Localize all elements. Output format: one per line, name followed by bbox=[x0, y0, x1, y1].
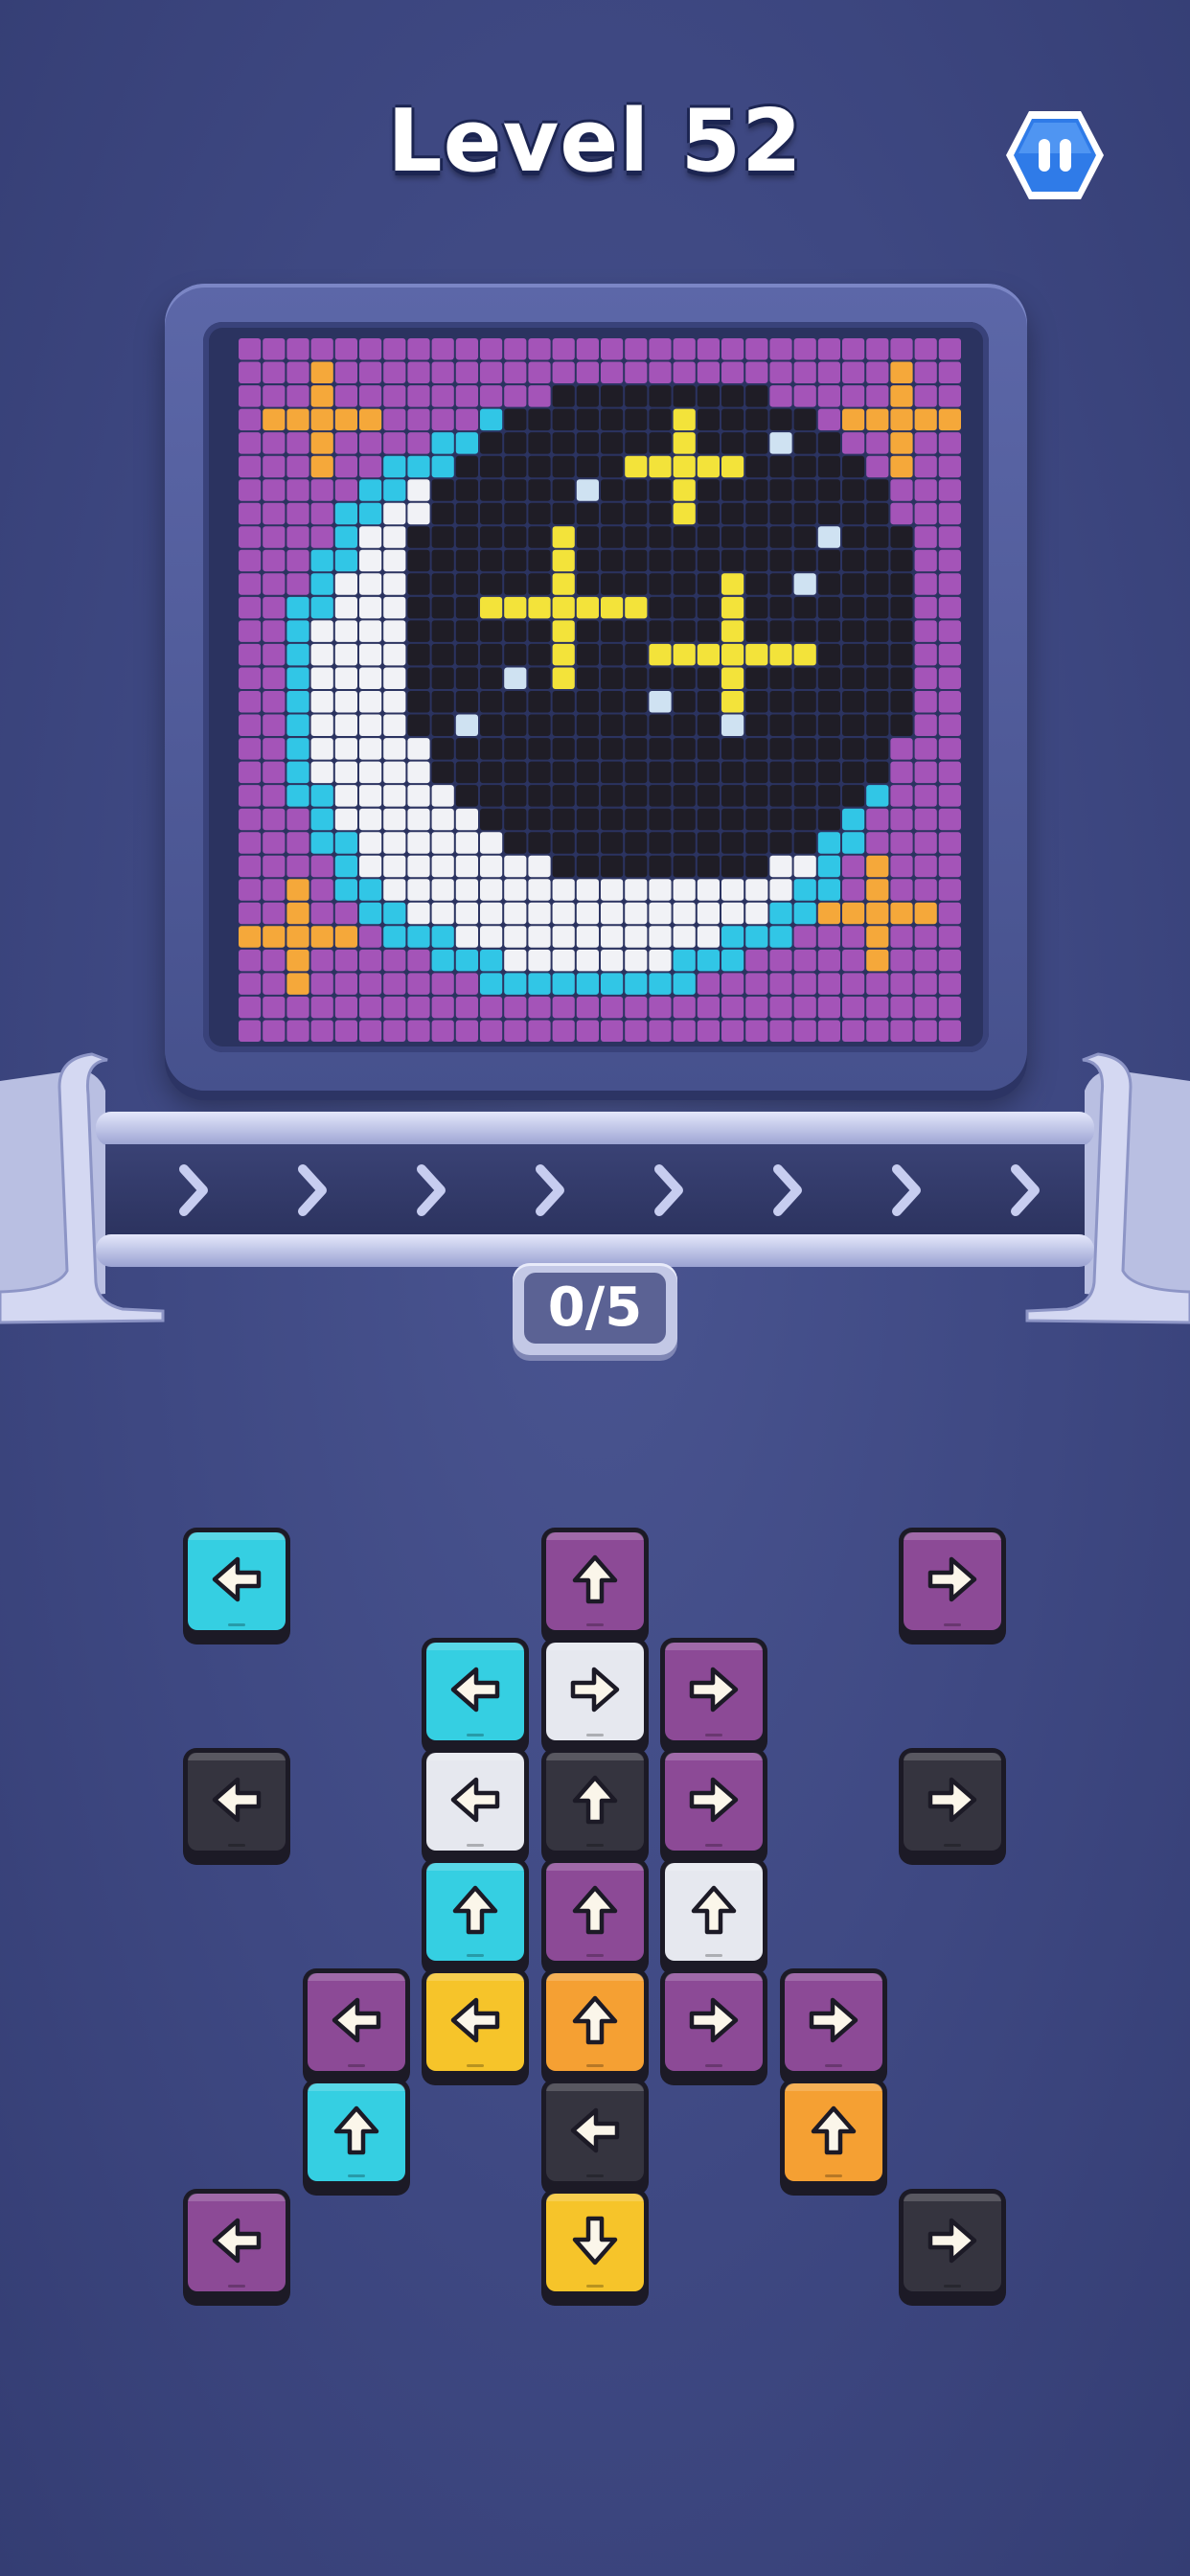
arrow-tile-yellow-down[interactable] bbox=[540, 2189, 649, 2306]
arrow-right-icon bbox=[927, 2218, 977, 2264]
tile-face bbox=[904, 2194, 1001, 2291]
arrow-left-icon bbox=[450, 1777, 500, 1823]
tile-face bbox=[545, 1753, 644, 1851]
arrow-tile-cyan-up[interactable] bbox=[302, 2079, 410, 2196]
arrow-tile-cyan-left[interactable] bbox=[422, 1638, 529, 1755]
arrow-tile-purple-left[interactable] bbox=[183, 2189, 290, 2306]
arrow-left-icon bbox=[570, 2107, 619, 2153]
arrow-tile-white-up[interactable] bbox=[660, 1858, 767, 1975]
arrow-tile-purple-right[interactable] bbox=[899, 1528, 1006, 1644]
arrow-up-icon bbox=[452, 1885, 498, 1935]
arrow-right-icon bbox=[689, 1997, 739, 2043]
arrow-up-icon bbox=[333, 2105, 378, 2155]
arrow-right-icon bbox=[927, 1556, 977, 1602]
tile-face bbox=[426, 1973, 524, 2071]
tile-face bbox=[188, 2194, 286, 2291]
arrow-up-icon bbox=[572, 1995, 617, 2045]
tile-face bbox=[426, 1643, 524, 1740]
arrow-tile-purple-left[interactable] bbox=[302, 1968, 410, 2085]
tile-face bbox=[545, 1643, 644, 1740]
tile-face bbox=[307, 1973, 405, 2071]
arrow-tile-black-right[interactable] bbox=[899, 1748, 1006, 1865]
collected-counter-text: 0/5 bbox=[524, 1273, 666, 1344]
arrow-down-icon bbox=[572, 2216, 617, 2266]
collected-counter: 0/5 bbox=[513, 1263, 677, 1355]
tile-face bbox=[665, 1753, 763, 1851]
arrow-tile-purple-up[interactable] bbox=[540, 1858, 649, 1975]
arrow-up-icon bbox=[572, 1554, 617, 1604]
arrow-right-icon bbox=[809, 1997, 858, 2043]
arrow-tile-white-left[interactable] bbox=[422, 1748, 529, 1865]
tile-face bbox=[188, 1532, 286, 1630]
arrow-left-icon bbox=[450, 1667, 500, 1713]
tile-face bbox=[426, 1863, 524, 1961]
tile-face bbox=[784, 1973, 882, 2071]
arrow-tile-purple-right[interactable] bbox=[660, 1968, 767, 2085]
crescent-moon-pixel-art bbox=[239, 338, 961, 1042]
arrow-right-icon bbox=[689, 1777, 739, 1823]
pause-button[interactable] bbox=[1002, 107, 1108, 203]
arrow-tile-black-left[interactable] bbox=[183, 1748, 290, 1865]
arrow-left-icon bbox=[212, 2218, 262, 2264]
arrow-tile-black-right[interactable] bbox=[899, 2189, 1006, 2306]
tile-face bbox=[188, 1753, 286, 1851]
arrow-left-icon bbox=[450, 1997, 500, 2043]
arrow-up-icon bbox=[572, 1775, 617, 1825]
tile-face bbox=[665, 1973, 763, 2071]
arrow-tile-purple-right[interactable] bbox=[779, 1968, 887, 2085]
arrow-tile-white-right[interactable] bbox=[540, 1638, 649, 1755]
arrow-left-icon bbox=[332, 1997, 380, 2043]
tile-face bbox=[545, 2083, 644, 2181]
tile-face bbox=[784, 2083, 882, 2181]
tile-face bbox=[426, 1753, 524, 1851]
arrow-up-icon bbox=[811, 2105, 856, 2155]
tile-face bbox=[307, 2083, 405, 2181]
tile-face bbox=[545, 1973, 644, 2071]
arrow-right-icon bbox=[689, 1667, 739, 1713]
arrow-tile-orange-up[interactable] bbox=[779, 2079, 887, 2196]
tile-face bbox=[665, 1643, 763, 1740]
tile-face bbox=[904, 1532, 1001, 1630]
arrow-tile-cyan-up[interactable] bbox=[422, 1858, 529, 1975]
arrow-right-icon bbox=[927, 1777, 977, 1823]
arrow-tile-cyan-left[interactable] bbox=[183, 1528, 290, 1644]
arrow-tile-purple-right[interactable] bbox=[660, 1748, 767, 1865]
arrow-left-icon bbox=[212, 1556, 262, 1602]
arrow-tile-purple-right[interactable] bbox=[660, 1638, 767, 1755]
arrow-tile-black-up[interactable] bbox=[540, 1748, 649, 1865]
arrow-right-icon bbox=[570, 1667, 619, 1713]
tile-face bbox=[904, 1753, 1001, 1851]
tile-face bbox=[545, 1863, 644, 1961]
arrow-tile-black-left[interactable] bbox=[540, 2079, 649, 2196]
arrow-up-icon bbox=[691, 1885, 737, 1935]
arrow-tile-yellow-left[interactable] bbox=[422, 1968, 529, 2085]
tile-face bbox=[545, 1532, 644, 1630]
arrow-tile-purple-up[interactable] bbox=[540, 1528, 649, 1644]
tile-face bbox=[545, 2194, 644, 2291]
arrow-up-icon bbox=[572, 1885, 617, 1935]
arrow-tile-orange-up[interactable] bbox=[540, 1968, 649, 2085]
arrow-left-icon bbox=[212, 1777, 262, 1823]
tile-face bbox=[665, 1863, 763, 1961]
